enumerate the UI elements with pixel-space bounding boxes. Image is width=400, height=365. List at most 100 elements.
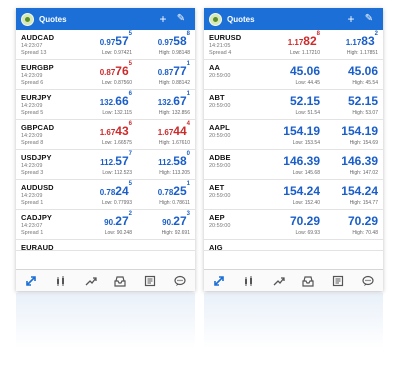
price-base: 0.97 <box>99 38 116 47</box>
quote-row[interactable]: AAPL 20:59:00 154.19 154.19 Low: 153.54 High:… <box>204 120 383 150</box>
bid-price: 154.19 <box>283 122 320 140</box>
high-price: High: 45.54 <box>352 80 378 86</box>
high-price: High: 0.78611 <box>159 200 190 206</box>
quote-row[interactable]: AIG <box>204 240 383 252</box>
low-price: Low: 51.54 <box>295 110 320 116</box>
news-icon[interactable] <box>329 272 347 290</box>
ask-price: 146.39 <box>341 152 378 170</box>
spread-label: Spread 1 <box>21 230 44 236</box>
quotes-screen-left: Quotes + ✎ AUDCAD 14:23:07 Spread 13 0.9757… <box>16 8 195 291</box>
price-pips: 154.19 <box>341 124 378 138</box>
price-fraction: 6 <box>128 121 132 127</box>
price-fraction: 1 <box>186 91 190 97</box>
ask-price: 1.17832 <box>345 31 378 50</box>
history-icon[interactable] <box>299 272 317 290</box>
app-logo-icon[interactable] <box>21 12 34 26</box>
price-fraction: 8 <box>186 31 190 37</box>
price-base: 132. <box>157 98 174 107</box>
ask-price: 70.29 <box>348 212 378 230</box>
bid-price: 70.29 <box>290 212 320 230</box>
quote-row[interactable]: AUDCAD 14:23:07 Spread 13 0.97575 0.97588 Low… <box>16 30 195 60</box>
quote-row[interactable]: AEP 20:59:00 70.29 70.29 Low: 69.93 High: 70.… <box>204 210 383 240</box>
price-fraction: 4 <box>186 121 190 127</box>
price-pips: 70.29 <box>289 214 320 228</box>
quotes-screen-right: Quotes + ✎ EURUSD 14:21:05 Spread 4 1.17828… <box>204 8 383 291</box>
ask-price: 112.580 <box>158 151 190 170</box>
price-pips: 67 <box>173 94 187 108</box>
price-pips: 52.15 <box>289 94 320 108</box>
trade-icon[interactable] <box>270 272 288 290</box>
quote-row[interactable]: AET 20:59:00 154.24 154.24 Low: 152.40 High: … <box>204 180 383 210</box>
quote-row[interactable]: ABT 20:59:00 52.15 52.15 Low: 51.54 High: 53.… <box>204 90 383 120</box>
ask-price: 132.671 <box>157 91 190 110</box>
price-fraction: 0 <box>186 151 190 157</box>
symbol-name: EURAUD <box>21 243 54 252</box>
price-fraction: 5 <box>128 31 132 37</box>
bottom-nav <box>16 269 195 291</box>
price-pips: 154.24 <box>283 184 320 198</box>
high-price: High: 147.02 <box>349 170 378 176</box>
price-pips: 58 <box>173 154 187 168</box>
chat-icon[interactable] <box>171 272 189 290</box>
chat-icon[interactable] <box>359 272 377 290</box>
price-fraction: 5 <box>128 61 132 67</box>
edit-icon[interactable]: ✎ <box>172 8 190 30</box>
price-base: 1.17 <box>345 38 362 47</box>
reflection <box>204 293 383 349</box>
quotes-icon[interactable] <box>22 272 40 290</box>
low-price: Low: 44.45 <box>295 80 320 86</box>
price-fraction: 3 <box>186 211 190 217</box>
quote-row[interactable]: EURAUD <box>16 240 195 252</box>
low-price: Low: 1.17210 <box>289 50 320 56</box>
quote-row[interactable]: AA 20:59:00 45.06 45.06 Low: 44.45 High: 45.5… <box>204 60 383 90</box>
page-title: Quotes <box>39 14 67 24</box>
spread-label: Spread 4 <box>209 50 232 56</box>
quotes-icon[interactable] <box>210 272 228 290</box>
spread-label: Spread 3 <box>21 170 44 176</box>
price-pips: 44 <box>173 124 187 138</box>
price-pips: 27 <box>115 214 129 228</box>
ask-price: 45.06 <box>348 62 378 80</box>
history-icon[interactable] <box>111 272 129 290</box>
edit-icon[interactable]: ✎ <box>360 8 378 30</box>
chart-icon[interactable] <box>240 272 258 290</box>
quote-row[interactable]: EURJPY 14:23:09 Spread 5 132.666 132.671 Low:… <box>16 90 195 120</box>
high-price: High: 0.98148 <box>158 50 190 56</box>
quote-row[interactable]: AUDUSD 14:23:09 Spread 1 0.78245 0.78251 Low:… <box>16 180 195 210</box>
bid-price: 0.97575 <box>99 31 132 50</box>
price-base: 90. <box>162 218 174 227</box>
bid-price: 52.15 <box>290 92 320 110</box>
high-price: High: 154.77 <box>349 200 378 206</box>
ask-price: 154.24 <box>341 182 378 200</box>
bid-price: 0.78245 <box>100 181 132 200</box>
price-base: 90. <box>104 218 116 227</box>
ask-price: 0.78251 <box>157 181 190 200</box>
price-base: 0.78 <box>157 188 174 197</box>
price-fraction: 5 <box>128 181 132 187</box>
ask-price: 0.87771 <box>157 61 190 80</box>
news-icon[interactable] <box>141 272 159 290</box>
quote-row[interactable]: ADBE 20:59:00 146.39 146.39 Low: 145.68 High:… <box>204 150 383 180</box>
high-price: High: 53.07 <box>352 110 378 116</box>
quote-list: AUDCAD 14:23:07 Spread 13 0.97575 0.97588 Low… <box>16 30 195 270</box>
quote-row[interactable]: EURGBP 14:23:09 Spread 6 0.87765 0.87771 Low:… <box>16 60 195 90</box>
bid-price: 132.666 <box>99 91 132 110</box>
price-base: 132. <box>99 98 116 107</box>
app-logo-icon[interactable] <box>209 12 222 26</box>
chart-icon[interactable] <box>52 272 70 290</box>
low-price: Low: 0.97421 <box>101 50 132 56</box>
add-symbol-button[interactable]: + <box>154 8 172 30</box>
quote-row[interactable]: USDJPY 14:23:09 Spread 3 112.577 112.580 Low:… <box>16 150 195 180</box>
quote-row[interactable]: GBPCAD 14:23:09 Spread 8 1.67436 1.67444 Low:… <box>16 120 195 150</box>
ask-price: 1.67444 <box>158 121 190 140</box>
quote-row[interactable]: EURUSD 14:21:05 Spread 4 1.17828 1.17832 Low:… <box>204 30 383 60</box>
add-symbol-button[interactable]: + <box>342 8 360 30</box>
price-pips: 146.39 <box>341 154 378 168</box>
quote-row[interactable]: CADJPY 14:23:07 Spread 1 90.272 90.273 Low: 9… <box>16 210 195 240</box>
price-pips: 66 <box>115 94 129 108</box>
spread-label: Spread 5 <box>21 110 44 116</box>
trade-icon[interactable] <box>82 272 100 290</box>
price-base: 0.87 <box>157 68 174 77</box>
bid-price: 90.272 <box>104 211 132 230</box>
price-pips: 82 <box>303 34 317 48</box>
